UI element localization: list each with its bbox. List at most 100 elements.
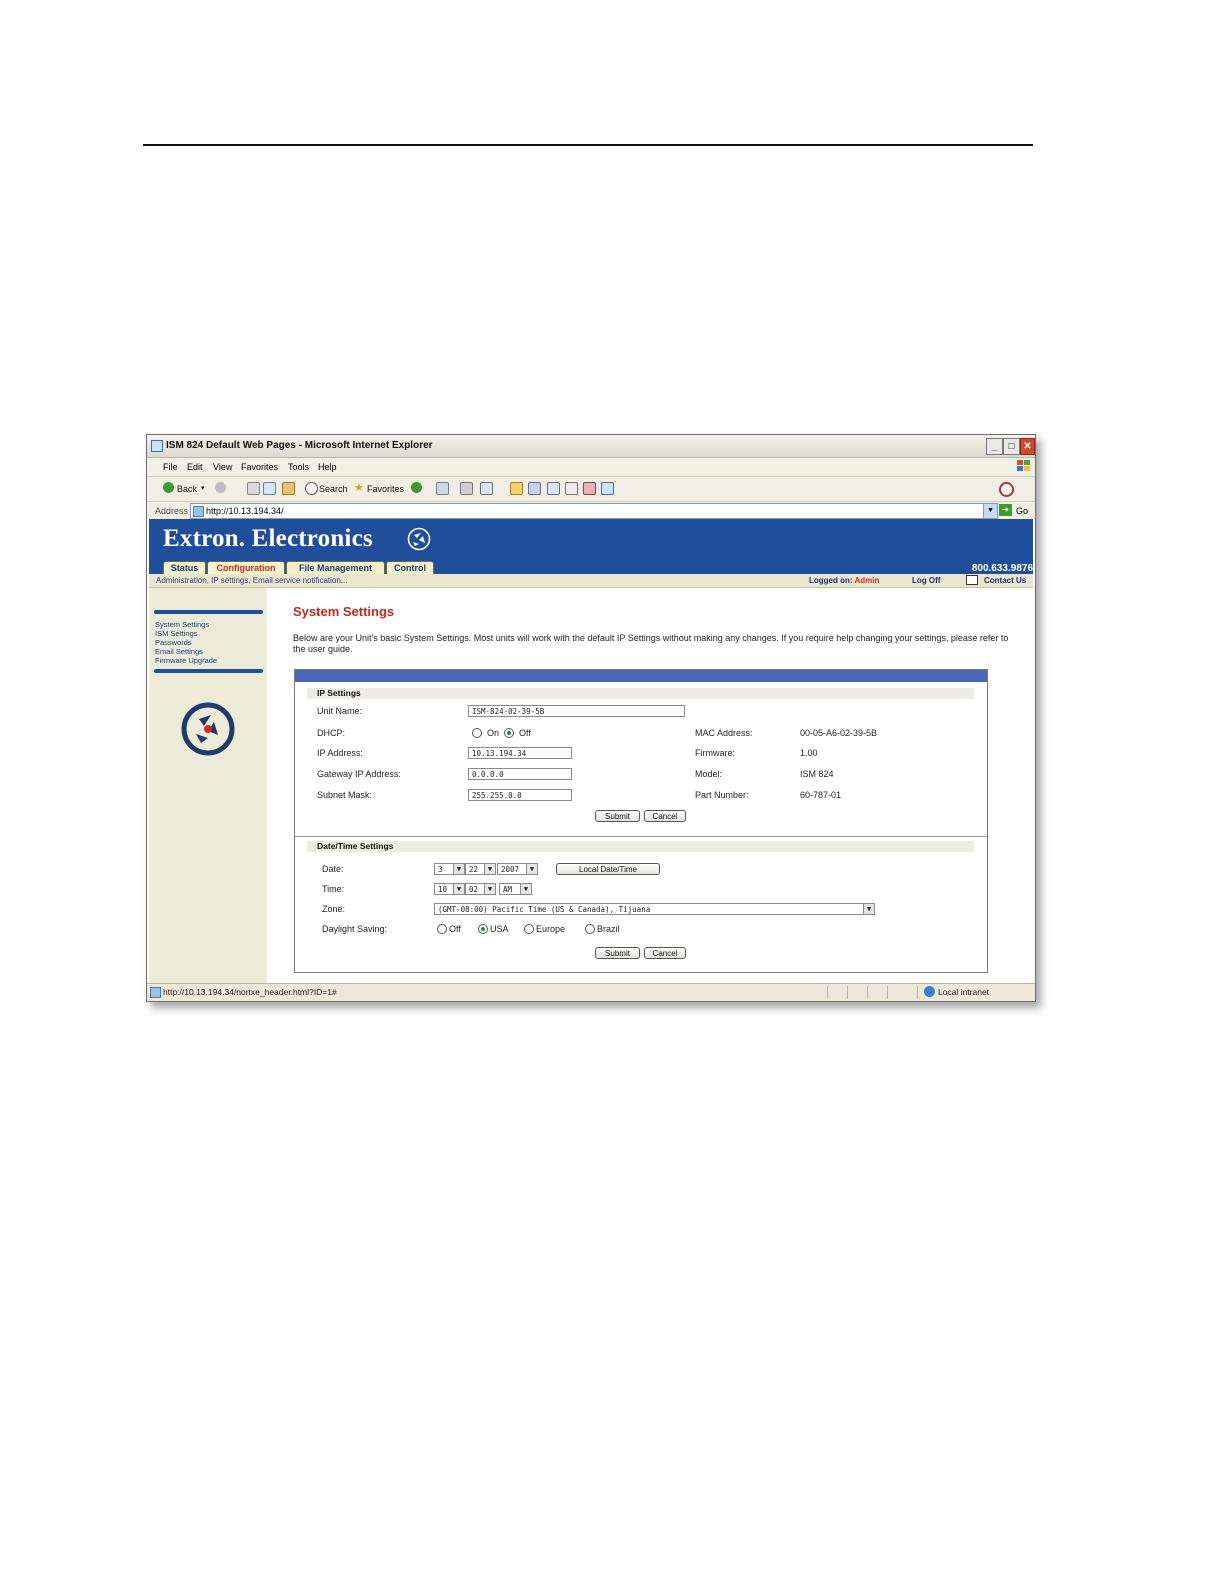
dst-usa-radio[interactable] — [478, 924, 488, 934]
window-title: ISM 824 Default Web Pages - Microsoft In… — [166, 440, 433, 451]
sidebar-item-ism-settings[interactable]: ISM Settings — [155, 629, 198, 638]
menu-view[interactable]: View — [213, 462, 232, 472]
brand-logo-text: Extron. Electronics — [163, 525, 373, 552]
tab-file-management[interactable]: File Management — [286, 561, 385, 575]
dst-brazil-radio[interactable] — [585, 924, 595, 934]
refresh-icon[interactable] — [263, 482, 276, 495]
hour-select[interactable]: 10 ▼ — [434, 883, 465, 895]
log-off-link[interactable]: Log Off — [912, 576, 940, 585]
page-top-rule — [143, 144, 1033, 146]
favorites-icon[interactable]: ★ — [354, 481, 364, 494]
unit-name-input[interactable]: ISM-824-02-39-5B — [468, 705, 685, 717]
sidebar-rule-top — [154, 610, 263, 614]
print-icon[interactable] — [460, 482, 473, 495]
search-button[interactable]: Search — [319, 484, 348, 494]
tab-status[interactable]: Status — [163, 561, 206, 575]
ip-cancel-button[interactable]: Cancel — [644, 810, 686, 822]
edit-icon[interactable] — [480, 482, 493, 495]
dhcp-on-radio[interactable] — [472, 728, 482, 738]
minute-value: 02 — [469, 885, 479, 894]
sidebar-rule-bottom — [154, 669, 263, 673]
sidebar-item-passwords[interactable]: Passwords — [155, 638, 192, 647]
go-arrow-icon[interactable]: ➔ — [999, 504, 1012, 516]
year-select[interactable]: 2007 ▼ — [497, 863, 538, 875]
ip-address-input[interactable]: 10.13.194.34 — [468, 747, 572, 759]
window-icon[interactable] — [601, 482, 614, 495]
back-button[interactable]: Back — [177, 484, 197, 494]
envelope-icon[interactable] — [966, 575, 978, 585]
address-input[interactable]: http://10.13.194.34/ ▼ — [190, 503, 998, 519]
dhcp-off-radio[interactable] — [504, 728, 514, 738]
dst-europe-radio[interactable] — [524, 924, 534, 934]
ampm-select[interactable]: AM ▼ — [499, 883, 532, 895]
back-dropdown-icon[interactable]: ▾ — [201, 484, 205, 492]
gateway-label: Gateway IP Address: — [317, 769, 401, 779]
subnet-label: Subnet Mask: — [317, 790, 373, 800]
history-icon[interactable] — [411, 482, 422, 493]
panel-header-bar — [295, 670, 987, 682]
chevron-down-icon: ▼ — [526, 864, 537, 874]
sidebar-item-firmware-upgrade[interactable]: Firmware Upgrade — [155, 656, 217, 665]
back-icon[interactable] — [163, 482, 174, 493]
zone-select[interactable]: (GMT-08:00) Pacific Time (US & Canada), … — [434, 903, 875, 915]
gateway-input[interactable]: 0.0.0.0 — [468, 768, 572, 780]
page-icon — [193, 506, 204, 517]
security-zone: Local intranet — [938, 987, 990, 997]
info-band: Administration, IP settings, Email servi… — [149, 574, 1033, 588]
menu-help[interactable]: Help — [318, 462, 337, 472]
datetime-cancel-button[interactable]: Cancel — [644, 947, 686, 959]
site-header: Extron. Electronics 800.633.9876 Status … — [149, 519, 1033, 575]
search-icon[interactable] — [305, 482, 318, 495]
zone-label: Zone: — [322, 904, 346, 914]
ip-submit-button[interactable]: Submit — [595, 810, 640, 822]
stop-icon[interactable] — [247, 482, 260, 495]
subnet-input[interactable]: 255.255.0.0 — [468, 789, 572, 801]
firmware-label: Firmware: — [695, 748, 735, 758]
status-separator — [867, 986, 868, 999]
close-button[interactable]: ✕ — [1020, 438, 1035, 455]
forward-icon[interactable] — [215, 482, 226, 493]
section-divider — [295, 836, 987, 837]
menu-file[interactable]: File — [163, 462, 178, 472]
minute-select[interactable]: 02 ▼ — [465, 883, 496, 895]
day-select[interactable]: 22 ▼ — [465, 863, 496, 875]
menu-tools[interactable]: Tools — [288, 462, 309, 472]
cut-icon[interactable] — [565, 482, 578, 495]
toolbar: Back ▾ Search ★ Favorites — [147, 477, 1035, 502]
tab-control[interactable]: Control — [386, 561, 434, 575]
datetime-settings-heading: Date/Time Settings — [307, 841, 974, 852]
dst-europe-label: Europe — [536, 924, 566, 934]
chevron-down-icon: ▼ — [520, 884, 531, 894]
home-icon[interactable] — [282, 482, 295, 495]
logged-on-status: Logged on: Admin — [809, 576, 879, 585]
part-number-value: 60-787-01 — [800, 790, 842, 800]
menu-favorites[interactable]: Favorites — [241, 462, 278, 472]
messenger-icon[interactable] — [583, 482, 596, 495]
model-label: Model: — [695, 769, 723, 779]
mail-icon[interactable] — [436, 482, 449, 495]
intro-text: Below are your Unit's basic System Setti… — [293, 633, 1009, 654]
settings-panel: IP Settings Unit Name: ISM-824-02-39-5B … — [294, 669, 988, 973]
datetime-submit-button[interactable]: Submit — [595, 947, 640, 959]
research-icon[interactable] — [528, 482, 541, 495]
month-select[interactable]: 3 ▼ — [434, 863, 465, 875]
minimize-button[interactable]: _ — [986, 438, 1003, 455]
sidebar-item-system-settings[interactable]: System Settings — [155, 620, 209, 629]
favorites-button[interactable]: Favorites — [367, 484, 404, 494]
dst-off-radio[interactable] — [437, 924, 447, 934]
address-dropdown-icon[interactable]: ▼ — [983, 503, 998, 519]
menu-edit[interactable]: Edit — [187, 462, 203, 472]
part-number-label: Part Number: — [695, 790, 749, 800]
toolbar-addon-icon[interactable] — [999, 482, 1014, 497]
chevron-down-icon: ▼ — [453, 884, 464, 894]
contact-us-link[interactable]: Contact Us — [984, 576, 1026, 585]
maximize-button[interactable]: □ — [1003, 438, 1020, 455]
tab-configuration[interactable]: Configuration — [207, 561, 285, 575]
folder-icon[interactable] — [510, 482, 523, 495]
sidebar: System Settings ISM Settings Passwords E… — [149, 588, 267, 983]
local-date-time-button[interactable]: Local Date/Time — [556, 863, 660, 875]
sidebar-item-email-settings[interactable]: Email Settings — [155, 647, 203, 656]
go-button[interactable]: Go — [1016, 506, 1028, 516]
page-status-icon — [150, 987, 161, 998]
copy-icon[interactable] — [547, 482, 560, 495]
